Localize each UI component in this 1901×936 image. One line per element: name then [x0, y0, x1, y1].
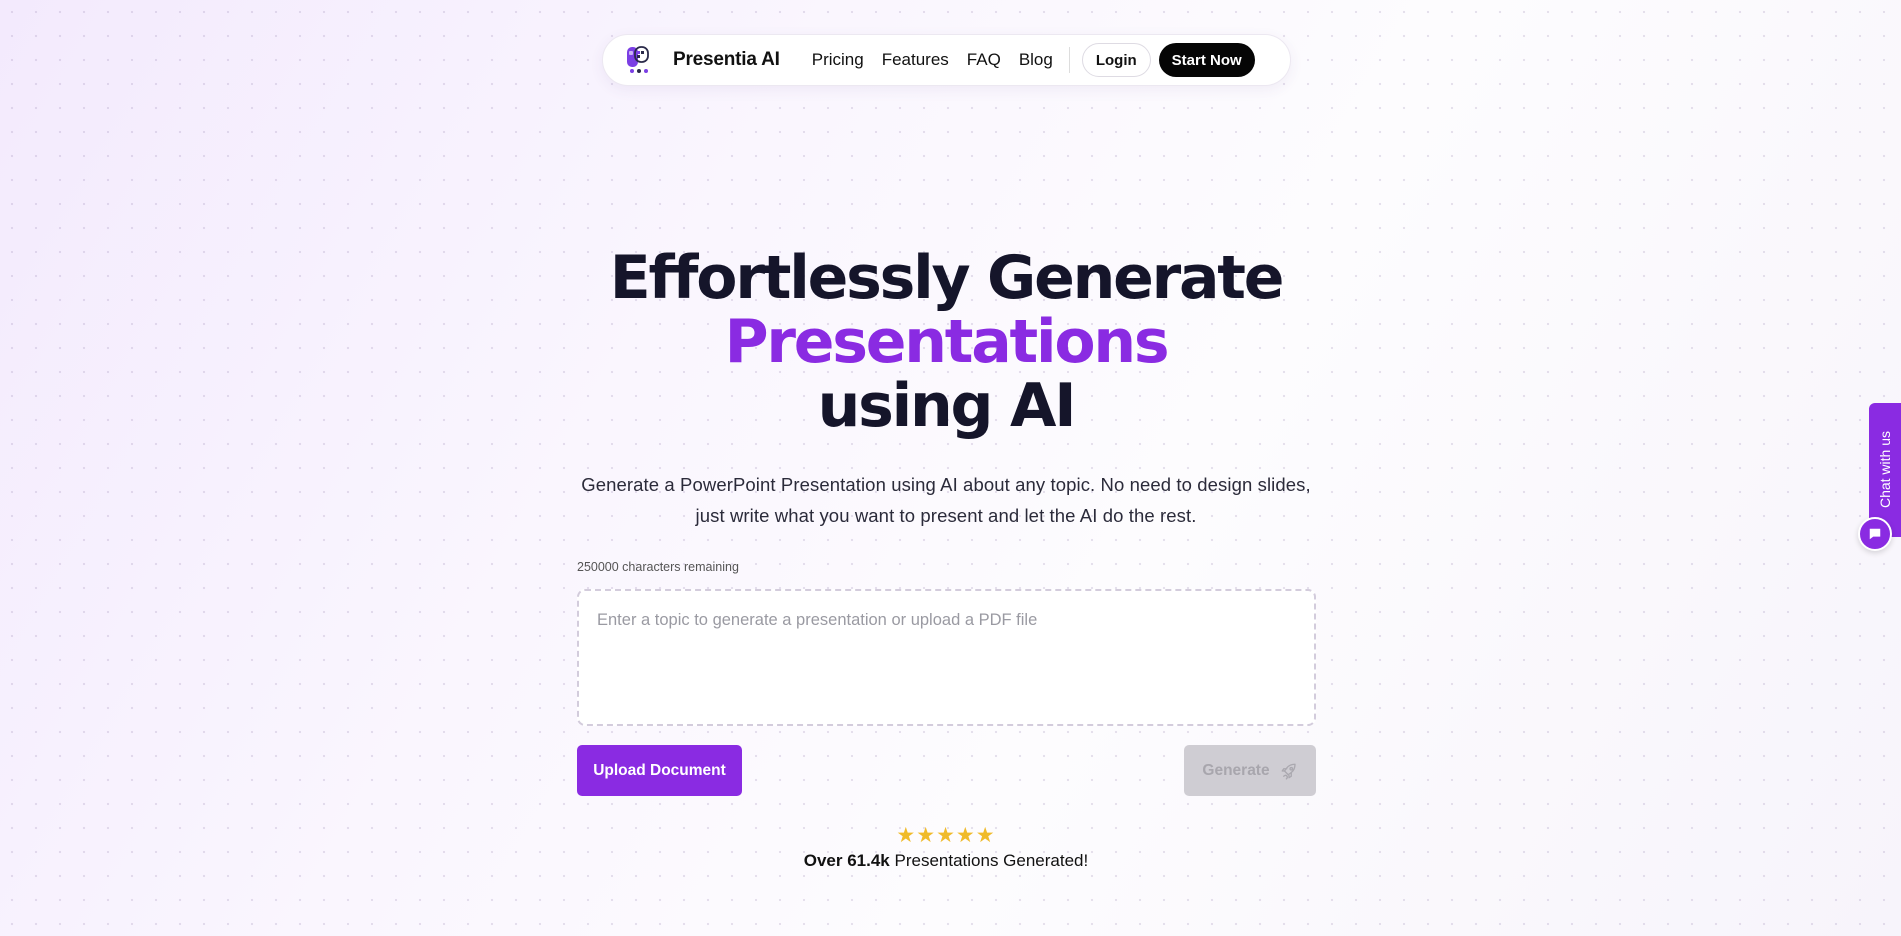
chat-icon	[1869, 528, 1881, 540]
hero-title: Effortlessly Generate Presentations usin…	[0, 246, 1892, 438]
presentations-generated-count: Over 61.4k Presentations Generated!	[0, 851, 1892, 871]
nav-link-pricing[interactable]: Pricing	[812, 50, 864, 70]
nav-link-faq[interactable]: FAQ	[967, 50, 1001, 70]
upload-document-button[interactable]: Upload Document	[577, 745, 742, 796]
nav-link-features[interactable]: Features	[882, 50, 949, 70]
login-button[interactable]: Login	[1081, 43, 1151, 77]
hero-title-highlight: Presentations	[724, 307, 1170, 377]
topic-input[interactable]	[597, 611, 1296, 704]
hero-subtitle: Generate a PowerPoint Presentation using…	[581, 474, 1311, 526]
start-now-button[interactable]: Start Now	[1158, 43, 1255, 77]
brand-name[interactable]: Presentia AI	[673, 49, 780, 71]
chat-bubble-icon[interactable]	[1858, 517, 1892, 551]
generate-label: Generate	[1202, 761, 1270, 779]
topic-input-container[interactable]	[577, 589, 1316, 726]
presentia-logo-icon[interactable]	[625, 45, 653, 75]
nav-link-blog[interactable]: Blog	[1019, 50, 1053, 70]
generated-count-value: Over 61.4k	[803, 851, 890, 870]
chat-tab-label: Chat with us	[1877, 431, 1893, 509]
generated-count-label: Presentations Generated!	[889, 851, 1089, 870]
nav-divider	[1068, 47, 1070, 73]
hero-title-line-1: Effortlessly Generate	[609, 243, 1285, 313]
characters-remaining: 250000 characters remaining	[577, 560, 739, 574]
rocket-icon	[1281, 763, 1296, 780]
rating-stars: ★★★★★	[896, 824, 996, 847]
nav-links: Pricing Features FAQ Blog	[812, 50, 1053, 70]
hero-title-line-3: using AI	[817, 371, 1077, 441]
top-navbar: Presentia AI Pricing Features FAQ Blog L…	[602, 34, 1291, 86]
generate-button[interactable]: Generate	[1184, 745, 1316, 796]
